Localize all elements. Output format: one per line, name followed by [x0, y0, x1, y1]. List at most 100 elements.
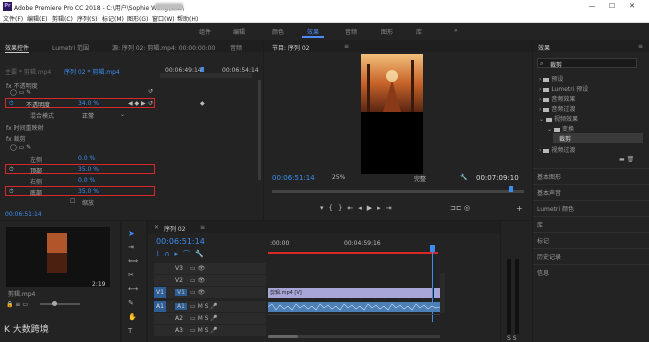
- tree-item-video-transitions[interactable]: › 视频过渡: [539, 145, 575, 154]
- effects-search-input[interactable]: ⌕ 裁剪: [537, 58, 637, 69]
- blend-mode-select[interactable]: 正常: [82, 111, 94, 120]
- workspace-graphics[interactable]: 图形: [381, 27, 393, 36]
- bottom-value[interactable]: 35.0 %: [78, 188, 99, 195]
- time-remap-section[interactable]: fx 时间重映射: [6, 123, 44, 132]
- menu-help[interactable]: 帮助(H): [177, 14, 198, 23]
- track-v1[interactable]: V1 V1 ▭ 👁: [154, 287, 266, 298]
- program-scrubber[interactable]: [272, 190, 524, 193]
- keyframe-nav-icons[interactable]: ◀ ◆ ▶: [128, 100, 146, 107]
- zoom-select[interactable]: 25%: [332, 174, 345, 181]
- thumbnail-size-slider[interactable]: [40, 303, 80, 305]
- timeline-timecode[interactable]: 00:06:51:14: [156, 237, 205, 246]
- track-a3[interactable]: A3 ▭ M S 🎤: [154, 325, 266, 336]
- transport-controls[interactable]: ▾{}⇤◂▶▸⇥: [320, 204, 397, 212]
- add-button-icon[interactable]: +: [516, 204, 523, 213]
- section-markers[interactable]: 标记: [533, 232, 649, 246]
- track-a2[interactable]: A2 ▭ M S 🎤: [154, 313, 266, 324]
- tree-item-crop-selected[interactable]: 裁剪: [553, 133, 643, 143]
- quality-select[interactable]: 完整: [414, 174, 426, 183]
- source-patch-a1[interactable]: A1: [154, 301, 166, 312]
- clip-name[interactable]: 剪辑.mp4: [8, 289, 35, 298]
- track-v2-icons[interactable]: ▭ 👁: [190, 277, 205, 284]
- section-lumetri-color[interactable]: Lumetri 颜色: [533, 200, 649, 214]
- razor-tool-icon[interactable]: ✂: [128, 271, 134, 279]
- track-v3-icons[interactable]: ▭ 👁: [190, 265, 205, 272]
- menu-clip[interactable]: 剪辑(C): [52, 14, 73, 23]
- timeline-menu-icon[interactable]: ≡: [200, 224, 205, 231]
- menu-graphics[interactable]: 图形(G): [127, 14, 148, 23]
- keyframe-diamond-icon[interactable]: ◆: [200, 100, 205, 107]
- tree-item-transform[interactable]: ⌄ 变换: [547, 124, 574, 133]
- ripple-edit-tool-icon[interactable]: ⟺: [128, 257, 138, 265]
- tree-item-audio-effects[interactable]: › 音频效果: [539, 94, 575, 103]
- menu-window[interactable]: 窗口(W): [152, 14, 175, 23]
- workspace-editing[interactable]: 编辑: [233, 27, 245, 36]
- opacity-value[interactable]: 34.0 %: [78, 100, 99, 107]
- track-scroll[interactable]: [440, 273, 445, 313]
- ec-scrollbar[interactable]: [258, 80, 261, 180]
- workspace-effects[interactable]: 效果: [307, 27, 319, 36]
- track-a2-icons[interactable]: ▭ M S 🎤: [190, 315, 218, 322]
- slip-tool-icon[interactable]: ⟷: [128, 285, 138, 293]
- program-timecode[interactable]: 00:06:51:14: [272, 174, 315, 182]
- horizontal-scroll-handle[interactable]: [268, 335, 298, 338]
- section-history[interactable]: 历史记录: [533, 248, 649, 262]
- close-icon[interactable]: ✕: [624, 0, 640, 13]
- reset-icon[interactable]: ↺: [148, 88, 153, 95]
- track-a3-icons[interactable]: ▭ M S 🎤: [190, 327, 218, 334]
- crop-section[interactable]: fx 裁剪: [6, 134, 26, 143]
- panel-menu-icon[interactable]: ≡: [344, 43, 349, 50]
- type-tool-icon[interactable]: T: [128, 327, 132, 335]
- tab-program[interactable]: 节目: 序列 02: [272, 43, 309, 52]
- project-bottom-icons[interactable]: 🔒 ≡ ▭: [6, 301, 28, 308]
- tab-lumetri-scopes[interactable]: Lumetri 范围: [52, 43, 89, 52]
- new-bin-icons[interactable]: ▬ 🗑: [619, 156, 634, 163]
- section-essential-sound[interactable]: 基本声音: [533, 184, 649, 198]
- tree-item-video-effects[interactable]: ⌄ 视频效果: [539, 114, 578, 123]
- track-a1[interactable]: A1 A1 ▭ M S 🎤: [154, 301, 266, 312]
- ec-mini-timeline[interactable]: [160, 73, 252, 78]
- chevron-down-icon[interactable]: ⌄: [120, 111, 125, 118]
- audio-clip[interactable]: [267, 302, 441, 312]
- checkbox-icon[interactable]: ☐: [70, 198, 75, 205]
- tab-effect-controls[interactable]: 效果控件: [5, 43, 30, 53]
- tree-item-audio-transitions[interactable]: › 音频过渡: [539, 104, 575, 113]
- crop-mask-icons[interactable]: ◯ ▭ ✎: [10, 144, 31, 151]
- ec-timecode[interactable]: 00:06:51:14: [5, 211, 42, 218]
- clip-thumbnail-area[interactable]: [6, 227, 110, 287]
- menu-edit[interactable]: 编辑(E): [27, 14, 47, 23]
- section-essential-graphics[interactable]: 基本图形: [533, 168, 649, 182]
- menu-sequence[interactable]: 序列(S): [77, 14, 98, 23]
- right-value[interactable]: 0.0 %: [78, 177, 95, 184]
- source-clip-row[interactable]: 主要 * 剪辑.mp4: [5, 67, 51, 76]
- top-stopwatch-icon[interactable]: ⏱: [9, 166, 14, 174]
- source-patch-v1[interactable]: V1: [154, 287, 166, 298]
- video-clip[interactable]: 剪辑.mp4 [V]: [268, 288, 432, 298]
- ec-playhead[interactable]: [201, 67, 204, 72]
- program-playhead[interactable]: [509, 186, 513, 192]
- section-info[interactable]: 信息: [533, 264, 649, 278]
- section-libraries[interactable]: 库: [533, 216, 649, 230]
- track-a1-icons[interactable]: ▭ M S 🎤: [190, 303, 218, 310]
- maximize-icon[interactable]: ☐: [604, 0, 620, 13]
- track-v2[interactable]: V2 ▭ 👁: [154, 275, 266, 286]
- tab-audio[interactable]: 音频: [230, 43, 242, 52]
- workspace-audio[interactable]: 音频: [345, 27, 357, 36]
- menu-marker[interactable]: 标记(M): [102, 14, 124, 23]
- workspace-libraries[interactable]: 库: [416, 27, 422, 36]
- bottom-stopwatch-icon[interactable]: ⏱: [9, 188, 14, 196]
- track-select-tool-icon[interactable]: ⇥: [128, 243, 134, 251]
- selection-tool-icon[interactable]: ➤: [128, 229, 135, 238]
- solo-buttons[interactable]: S S: [507, 335, 517, 342]
- tab-sequence[interactable]: 序列 02: [164, 224, 186, 233]
- minimize-icon[interactable]: —: [584, 0, 600, 13]
- timeline-playhead[interactable]: [430, 245, 435, 252]
- workspace-more-icon[interactable]: »: [454, 27, 458, 34]
- top-value[interactable]: 35.0 %: [78, 166, 99, 173]
- stopwatch-icon[interactable]: ⏱: [9, 100, 14, 108]
- lift-extract-icons[interactable]: ⊐⊏ ◎: [450, 204, 470, 212]
- effects-menu-icon[interactable]: ≡: [638, 43, 643, 50]
- workspace-color[interactable]: 颜色: [272, 27, 284, 36]
- tree-item-presets[interactable]: › 预设: [539, 74, 563, 83]
- mask-shape-icons[interactable]: ◯ ▭ ✎: [10, 89, 31, 96]
